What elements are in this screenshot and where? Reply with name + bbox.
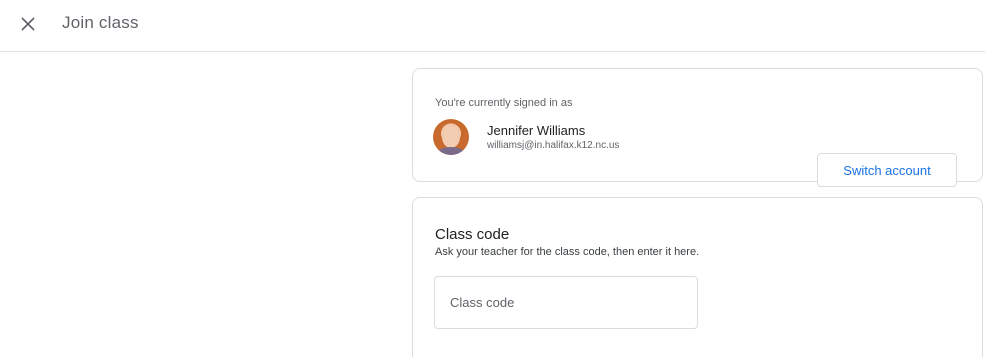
close-icon (21, 17, 35, 31)
class-code-field[interactable] (434, 276, 698, 329)
avatar-face (442, 126, 460, 148)
class-code-card: Class code Ask your teacher for the clas… (412, 197, 983, 357)
switch-account-button[interactable]: Switch account (817, 153, 957, 187)
top-bar: Join class (0, 0, 985, 52)
avatar-shirt (437, 147, 465, 155)
class-code-heading: Class code (435, 226, 510, 243)
page-title: Join class (62, 13, 139, 32)
class-code-help-text: Ask your teacher for the class code, the… (435, 246, 700, 258)
account-card: You're currently signed in as Jennifer W… (412, 68, 983, 187)
close-button[interactable] (16, 12, 40, 36)
avatar (433, 119, 469, 155)
signed-in-label: You're currently signed in as (435, 97, 573, 109)
user-name: Jennifer Williams (487, 123, 586, 138)
class-code-input[interactable] (435, 277, 697, 328)
user-email: williamsj@in.halifax.k12.nc.us (487, 140, 620, 151)
